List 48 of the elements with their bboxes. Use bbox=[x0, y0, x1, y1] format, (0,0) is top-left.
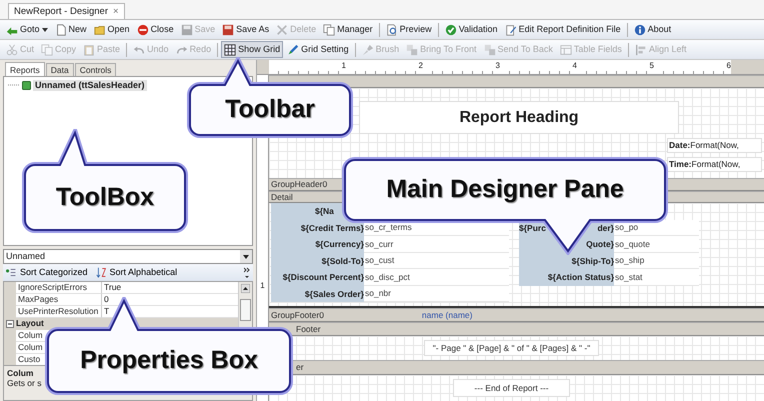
field-label: ${Credit Terms} bbox=[271, 220, 364, 236]
band-label: Footer bbox=[296, 324, 321, 334]
report-heading: Report Heading bbox=[359, 101, 679, 134]
field-value: so_quote bbox=[614, 236, 699, 252]
dropdown-value: Unnamed bbox=[6, 251, 46, 262]
property-name: UsePrinterResolution bbox=[16, 306, 102, 318]
band-label: Detail bbox=[271, 192, 293, 202]
field-label: Date: bbox=[669, 140, 690, 151]
ruler-mark: 4 bbox=[500, 60, 577, 74]
field-value: so_ship bbox=[614, 252, 699, 269]
callout-text: ToolBox bbox=[56, 184, 154, 212]
ruler-mark: 6 bbox=[654, 60, 731, 74]
callout-text: Main Designer Pane bbox=[386, 176, 624, 204]
field-label: der} bbox=[597, 222, 614, 233]
field-value: so_cust bbox=[364, 252, 509, 269]
field-value: so_stat bbox=[614, 269, 699, 286]
ruler-mark: 1 bbox=[269, 60, 346, 74]
band-label: er bbox=[296, 362, 304, 373]
band-label: GroupHeader0 bbox=[271, 179, 328, 190]
property-name: IgnoreScriptErrors bbox=[16, 282, 102, 294]
field-label: Time: bbox=[669, 159, 692, 170]
ruler-mark: 2 bbox=[346, 60, 423, 74]
field-value: so_nbr bbox=[364, 286, 509, 302]
field-label: ${Action Status} bbox=[519, 269, 614, 286]
field-value: so_disc_pct bbox=[364, 269, 509, 286]
field-label: ${Currency} bbox=[271, 236, 364, 252]
field-value: so_curr bbox=[364, 236, 509, 252]
ruler-mark: 3 bbox=[423, 60, 500, 74]
property-name: MaxPages bbox=[16, 294, 102, 306]
field-value: Format(Now, bbox=[692, 159, 740, 170]
field-label: ${Sold-To} bbox=[271, 252, 364, 269]
field-value: Format(Now, bbox=[690, 140, 739, 151]
field-label: ${Discount Percent} bbox=[271, 269, 364, 286]
footer-expression: "- Page " & [Page] & " of " & [Pages] & " -" bbox=[424, 340, 600, 356]
field-label: ${Sales Order} bbox=[271, 286, 364, 302]
end-of-report-text: --- End of Report --- bbox=[453, 378, 570, 398]
band-field: name (name) bbox=[422, 310, 472, 320]
band-label: GroupFooter0 bbox=[271, 310, 324, 320]
description-text: Gets or s bbox=[7, 378, 42, 388]
field-label: ${Purc bbox=[519, 222, 546, 233]
field-label: ${Na bbox=[315, 206, 334, 216]
ruler-mark: 1 bbox=[260, 281, 265, 291]
description-title: Colum bbox=[7, 368, 34, 378]
category-label: Layout bbox=[16, 318, 44, 328]
field-label: ${Ship-To} bbox=[519, 252, 614, 269]
callout-text: Toolbar bbox=[225, 96, 315, 124]
ruler-mark: 5 bbox=[577, 60, 654, 74]
tab-title: NewReport - Designer bbox=[14, 6, 108, 18]
